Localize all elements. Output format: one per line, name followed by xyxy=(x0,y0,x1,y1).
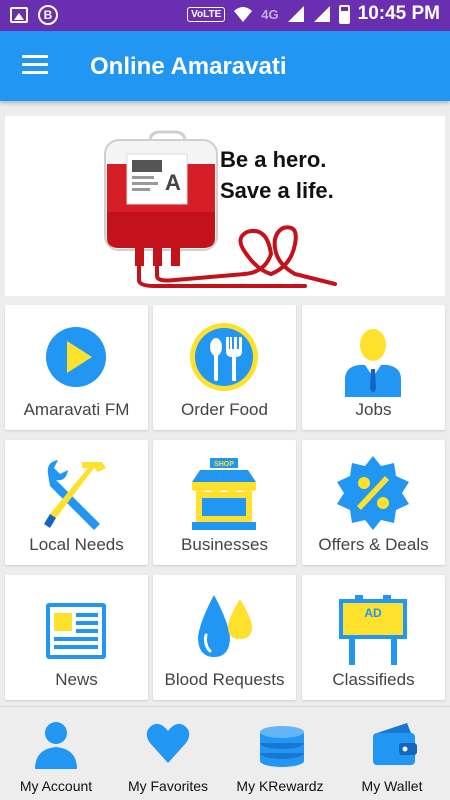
percent-badge-icon xyxy=(337,456,409,530)
network-type: 4G xyxy=(261,6,279,22)
wifi-icon xyxy=(234,7,253,22)
nav-label: My Wallet xyxy=(361,778,423,794)
tile-label: Order Food xyxy=(181,400,268,419)
clock: 10:45 PM xyxy=(357,3,440,24)
nav-my-account[interactable]: My Account xyxy=(0,707,112,800)
heart-icon xyxy=(146,723,190,763)
coins-icon xyxy=(260,726,304,767)
billboard-text: AD xyxy=(364,606,382,620)
battery-icon xyxy=(338,4,350,24)
tile-label: Jobs xyxy=(355,400,392,419)
nav-label: My Favorites xyxy=(127,778,209,794)
status-left-icons: B xyxy=(10,5,58,25)
tile-label: Local Needs xyxy=(29,535,124,554)
b-circle-icon: B xyxy=(38,5,58,25)
tile-label: Businesses xyxy=(181,535,268,554)
banner-line-2: Save a life. xyxy=(220,178,334,203)
newspaper-icon xyxy=(46,603,106,659)
tile-classifieds[interactable]: AD Classifieds xyxy=(302,575,445,700)
tile-local-needs[interactable]: Local Needs xyxy=(5,440,148,565)
signal-icon xyxy=(287,6,304,22)
drops-icon xyxy=(198,595,252,657)
app-title: Online Amaravati xyxy=(90,53,287,80)
tile-offers-deals[interactable]: Offers & Deals xyxy=(302,440,445,565)
businessman-icon xyxy=(345,329,401,397)
nav-label: My KRewardz xyxy=(236,778,324,794)
shop-sign-text: SHOP xyxy=(214,461,234,468)
tile-label: News xyxy=(55,670,98,689)
tile-jobs[interactable]: Jobs xyxy=(302,305,445,430)
status-right: VoLTE 4G 10:45 PM xyxy=(187,3,440,25)
nav-my-favorites[interactable]: My Favorites xyxy=(112,707,224,800)
tile-amaravati-fm[interactable]: Amaravati FM xyxy=(5,305,148,430)
blood-type-label: A xyxy=(165,170,181,195)
shop-icon: SHOP xyxy=(192,458,256,530)
play-icon xyxy=(46,327,106,387)
tile-label: Classifieds xyxy=(332,670,415,689)
tools-icon xyxy=(44,460,106,530)
nav-my-wallet[interactable]: My Wallet xyxy=(336,707,448,800)
hamburger-icon[interactable] xyxy=(22,55,48,75)
tile-label: Offers & Deals xyxy=(318,535,429,554)
tile-blood-requests[interactable]: Blood Requests xyxy=(153,575,296,700)
gallery-icon xyxy=(10,7,28,23)
tile-news[interactable]: News xyxy=(5,575,148,700)
bottom-navigation: My Account My Favorites My KRewardz My W… xyxy=(0,706,450,800)
volte-badge: VoLTE xyxy=(187,6,226,22)
tile-label: Amaravati FM xyxy=(23,400,130,419)
banner-slogan: Be a hero. Save a life. xyxy=(220,144,334,206)
blood-donation-banner[interactable]: A Be a hero. Save a life. xyxy=(5,116,445,296)
nav-my-krewardz[interactable]: My KRewardz xyxy=(224,707,336,800)
billboard-icon: AD xyxy=(339,595,407,665)
tile-order-food[interactable]: Order Food xyxy=(153,305,296,430)
nav-label: My Account xyxy=(19,778,93,794)
signal-icon-2 xyxy=(313,6,330,22)
plate-cutlery-icon xyxy=(190,323,258,391)
wallet-icon xyxy=(373,723,417,765)
status-bar: B VoLTE 4G 10:45 PM xyxy=(0,0,450,31)
tile-label: Blood Requests xyxy=(164,670,285,689)
app-bar: Online Amaravati xyxy=(0,31,450,101)
banner-line-1: Be a hero. xyxy=(220,147,327,172)
user-icon xyxy=(35,722,77,769)
tile-businesses[interactable]: SHOP Businesses xyxy=(153,440,296,565)
